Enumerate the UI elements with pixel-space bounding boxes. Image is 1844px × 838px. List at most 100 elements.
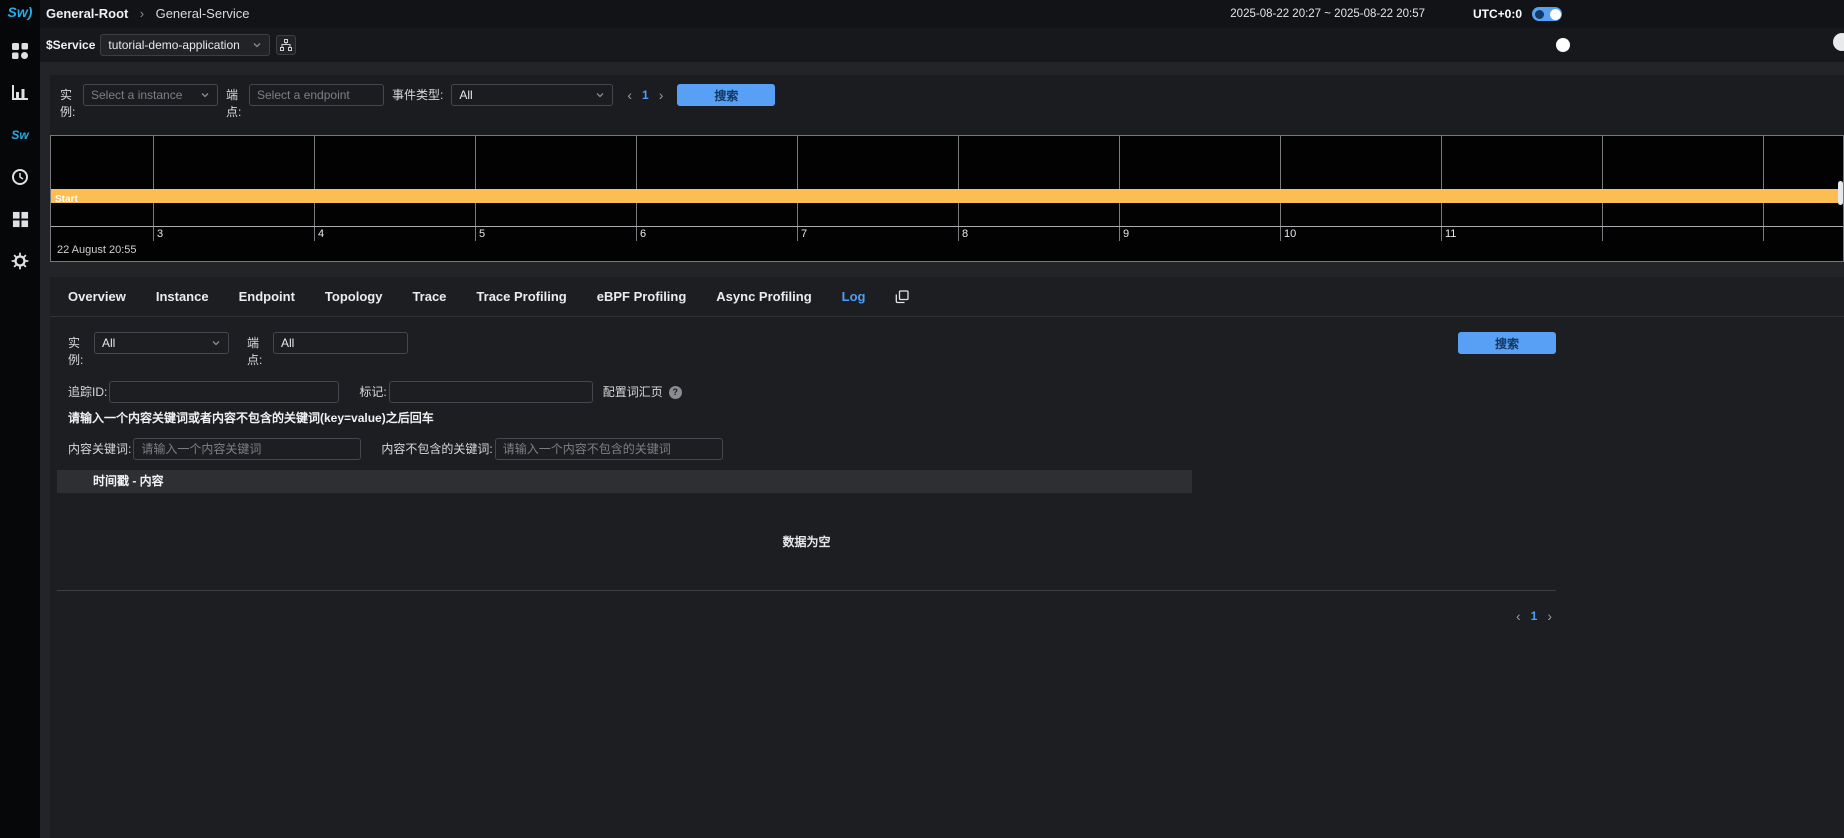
tab-log[interactable]: Log	[842, 289, 866, 304]
tab-bar: Overview Instance Endpoint Topology Trace Tra…	[50, 277, 1844, 317]
current-page[interactable]: 1	[642, 88, 649, 102]
log-hint: 请输入一个内容关键词或者内容不包含的关键词(key=value)之后回车	[68, 411, 434, 425]
sidebar-item-dashboards[interactable]	[0, 30, 40, 72]
timeline-span-bar[interactable]: Start	[51, 189, 1843, 205]
log-filter-row-3: 内容关键词: 内容不包含的关键词:	[57, 438, 1556, 460]
exclude-keyword-input[interactable]	[494, 438, 723, 460]
service-select[interactable]: tutorial-demo-application	[100, 34, 271, 56]
timeline-tick-label: 11	[1445, 228, 1457, 240]
grid-icon	[12, 43, 28, 59]
endpoint-select[interactable]: Select a endpoint	[249, 84, 384, 106]
tab-instance[interactable]: Instance	[156, 289, 209, 304]
timeline-chart[interactable]: Start 22 August 20:55 3 4 5 6 7 8 9 10 11	[50, 135, 1844, 262]
log-filter-row-2: 追踪ID: 标记: 配置词汇页 ?	[57, 381, 1556, 403]
include-keyword-label: 内容关键词:	[68, 442, 132, 456]
copy-icon[interactable]	[895, 289, 910, 304]
time-range-picker[interactable]: 2025-08-22 20:27 ~ 2025-08-22 20:57	[1230, 8, 1425, 20]
timezone-selector[interactable]: UTC+0:0	[1473, 7, 1522, 21]
log-endpoint-input[interactable]	[273, 332, 408, 354]
chevron-down-icon	[212, 341, 220, 346]
timeline-axis	[51, 226, 1843, 227]
tag-input[interactable]	[388, 381, 593, 403]
timeline-tick	[153, 226, 154, 241]
tab-ebpf-profiling[interactable]: eBPF Profiling	[597, 289, 687, 304]
sidebar-item-alarm[interactable]	[0, 156, 40, 198]
logo-text: Sw	[7, 4, 28, 20]
tab-topology[interactable]: Topology	[325, 289, 383, 304]
log-filter-row-1: 实例: All 端点: 搜索	[57, 332, 1556, 369]
service-bar: $Service tutorial-demo-application	[40, 28, 1844, 62]
trace-id-input[interactable]	[109, 381, 340, 403]
app-logo[interactable]: Sw)	[8, 4, 33, 20]
event-type-select[interactable]: All	[451, 84, 614, 106]
event-search-panel: 实例: Select a instance 端点: Select a endpo…	[50, 75, 1844, 262]
sidebar-item-widgets[interactable]	[0, 198, 40, 240]
timeline-gridline	[636, 136, 637, 226]
sw-badge: Sw	[11, 128, 29, 142]
instance-label: 实例:	[60, 88, 76, 119]
log-tab-content: 实例: All 端点: 搜索 追踪ID:	[50, 317, 1844, 641]
edge-circle-button[interactable]	[1833, 33, 1844, 51]
event-type-label: 事件类型:	[392, 88, 444, 102]
tab-endpoint[interactable]: Endpoint	[239, 289, 295, 304]
timeline-gridline	[1441, 136, 1442, 226]
service-select-value: tutorial-demo-application	[108, 38, 240, 52]
timeline-tick	[636, 226, 637, 241]
next-page-button[interactable]: ›	[659, 84, 664, 106]
breadcrumb-current: General-Service	[155, 6, 250, 21]
endpoint-label: 端点:	[226, 88, 242, 119]
gear-icon	[11, 252, 29, 270]
scrollbar-thumb[interactable]	[1838, 181, 1843, 205]
instance-select[interactable]: Select a instance	[83, 84, 218, 106]
service-tabs-panel: Overview Instance Endpoint Topology Trace Tra…	[50, 277, 1844, 838]
timeline-gridline	[958, 136, 959, 226]
chevron-down-icon	[253, 43, 261, 48]
sidebar-item-settings[interactable]	[0, 240, 40, 282]
logo-swoosh-icon: )	[27, 4, 33, 20]
tab-async-profiling[interactable]: Async Profiling	[716, 289, 811, 304]
blocks-icon	[12, 211, 28, 227]
log-instance-select[interactable]: All	[94, 332, 229, 354]
bar-chart-icon	[12, 85, 28, 100]
tab-trace-profiling[interactable]: Trace Profiling	[476, 289, 566, 304]
timeline-gridline	[314, 136, 315, 226]
content: 实例: Select a instance 端点: Select a endpo…	[40, 62, 1844, 838]
timeline-tick	[1602, 226, 1603, 241]
log-pager: ‹ 1 ›	[57, 591, 1556, 641]
timeline-gridline	[475, 136, 476, 226]
sidebar-item-charts[interactable]	[0, 72, 40, 114]
log-prev-page-button[interactable]: ‹	[1516, 605, 1521, 627]
main-area: General-Root › General-Service 2025-08-2…	[40, 0, 1844, 838]
event-search-button[interactable]: 搜索	[677, 84, 776, 106]
timeline-tick	[797, 226, 798, 241]
log-table: 时间戳 - 内容 数据为空 ‹ 1 ›	[57, 470, 1556, 641]
timeline-start-time: 22 August 20:55	[57, 244, 137, 256]
timeline-tick	[1280, 226, 1281, 241]
prev-page-button[interactable]: ‹	[627, 84, 632, 106]
timeline-tick	[1763, 226, 1764, 241]
tab-trace[interactable]: Trace	[412, 289, 446, 304]
timeline-tick-label: 8	[962, 228, 969, 240]
event-filters: 实例: Select a instance 端点: Select a endpo…	[50, 75, 1844, 135]
timeline-tick	[314, 226, 315, 241]
timeline-gridline	[153, 136, 154, 226]
topology-button[interactable]	[276, 35, 297, 55]
log-current-page[interactable]: 1	[1531, 609, 1538, 623]
topbar-right: 2025-08-22 20:27 ~ 2025-08-22 20:57 UTC+…	[1230, 0, 1562, 28]
event-type-value: All	[459, 88, 473, 102]
app-root: Sw) Sw General-Root › General-Service 20…	[0, 0, 1844, 838]
breadcrumb-root[interactable]: General-Root	[46, 6, 128, 21]
tab-overview[interactable]: Overview	[68, 289, 126, 304]
timeline-tick-label: 4	[318, 228, 325, 240]
log-search-button[interactable]: 搜索	[1458, 332, 1556, 354]
keywords-config-link[interactable]: 配置词汇页	[603, 381, 663, 403]
log-table-header: 时间戳 - 内容	[57, 470, 1192, 493]
help-icon[interactable]: ?	[668, 385, 682, 399]
theme-toggle[interactable]	[1532, 7, 1562, 21]
sidebar-item-marketplace[interactable]: Sw	[0, 114, 40, 156]
endpoint-select-placeholder: Select a endpoint	[257, 88, 350, 102]
include-keyword-input[interactable]	[133, 438, 362, 460]
timeline-tick-label: 3	[157, 228, 164, 240]
log-next-page-button[interactable]: ›	[1547, 605, 1552, 627]
log-empty-state: 数据为空	[782, 535, 831, 549]
